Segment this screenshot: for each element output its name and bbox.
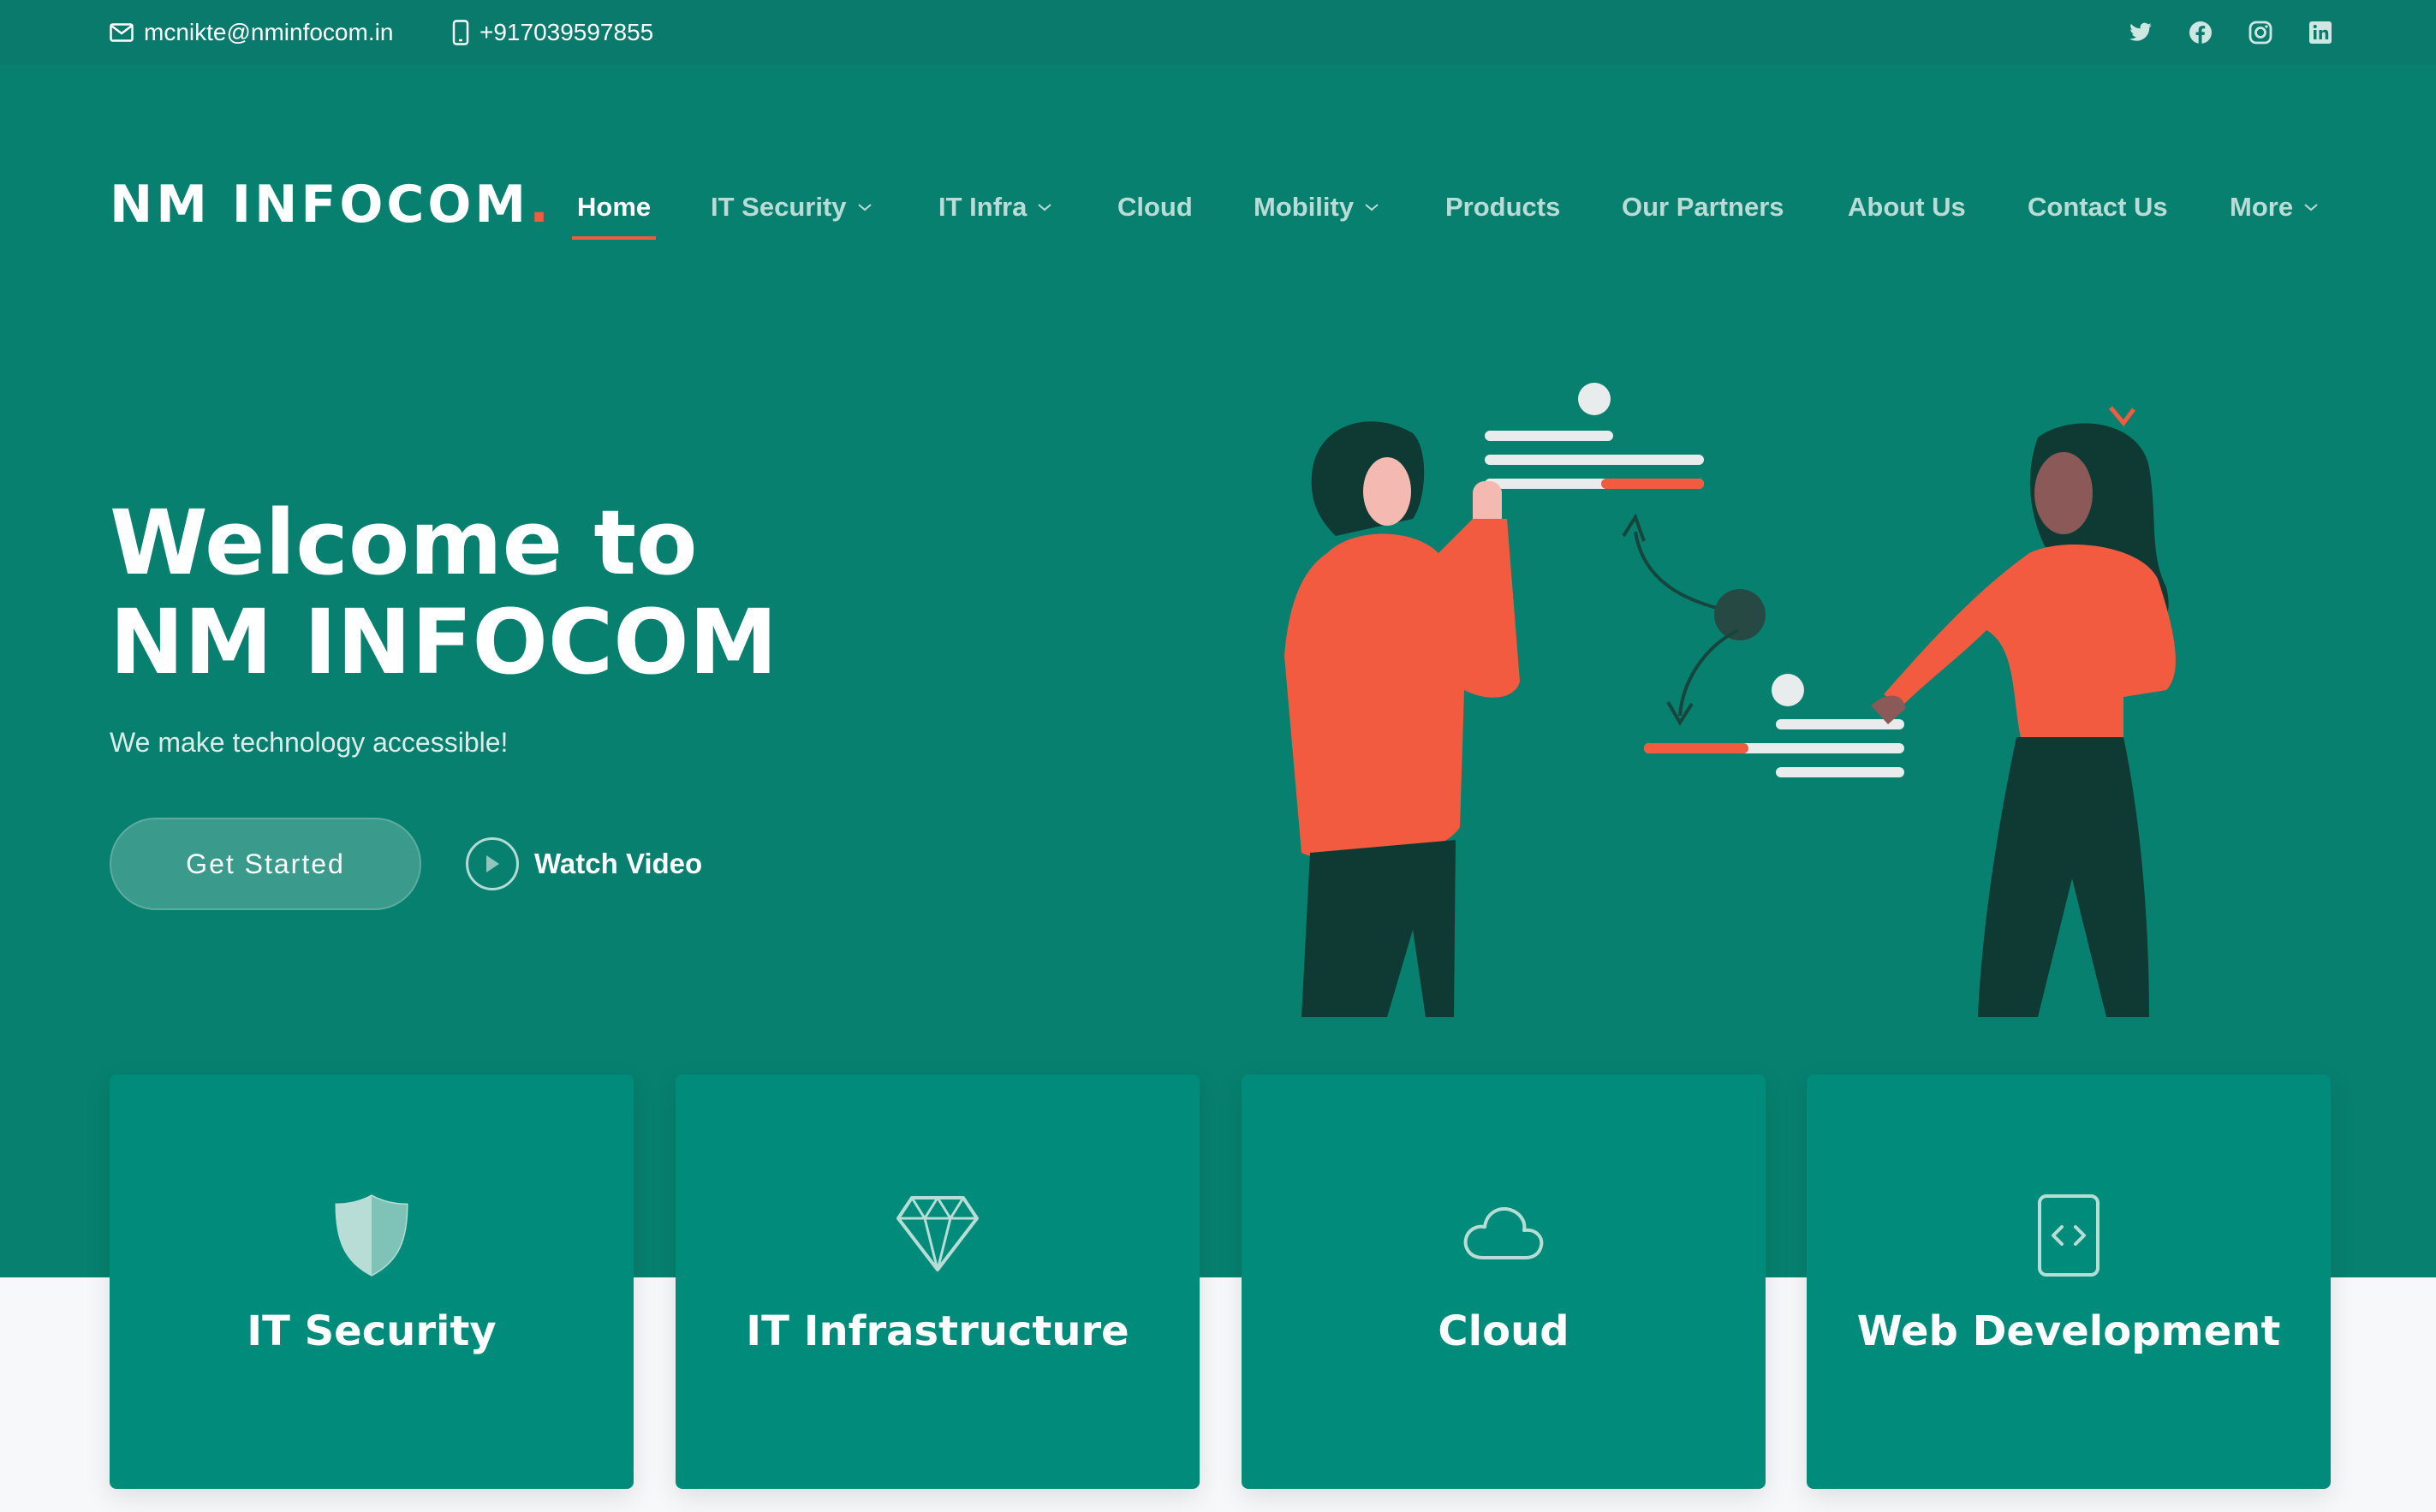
nav-contact-us-label: Contact Us (2028, 192, 2168, 222)
nav-home[interactable]: Home (571, 182, 657, 240)
nav-cloud[interactable]: Cloud (1117, 182, 1193, 233)
nav-more-label: More (2230, 192, 2294, 222)
card-title: Web Development (1856, 1307, 2281, 1355)
chevron-down-icon (2304, 204, 2318, 211)
nav-products-label: Products (1445, 192, 1561, 222)
service-card-it-security[interactable]: IT Security (110, 1074, 634, 1489)
nav-it-security[interactable]: IT Security (711, 182, 873, 233)
service-card-it-infrastructure[interactable]: IT Infrastructure (676, 1074, 1200, 1489)
chevron-down-icon (1365, 204, 1379, 211)
hero-subtitle: We make technology accessible! (110, 727, 509, 758)
email-text: mcnikte@nminfocom.in (144, 19, 394, 45)
nav-mobility-label: Mobility (1254, 192, 1355, 222)
chevron-down-icon (857, 204, 872, 211)
watch-video-label: Watch Video (534, 848, 703, 879)
cloud-icon (1463, 1207, 1544, 1259)
nav-it-infra-label: IT Infra (938, 192, 1027, 222)
chevron-down-icon (1038, 204, 1051, 211)
card-icon-wrap (676, 1193, 1200, 1275)
nav-about-us-label: About Us (1848, 192, 1966, 222)
nav-our-partners[interactable]: Our Partners (1622, 182, 1784, 233)
nav-home-label: Home (577, 192, 652, 222)
nav-cloud-label: Cloud (1117, 192, 1193, 222)
nav-products[interactable]: Products (1445, 182, 1560, 233)
nav-our-partners-label: Our Partners (1622, 192, 1784, 222)
code-file-icon (2038, 1194, 2099, 1277)
logo-text: NM INFOCOM (110, 175, 530, 235)
facebook-icon[interactable] (2188, 20, 2213, 45)
card-icon-wrap (110, 1193, 634, 1278)
nav-it-infra[interactable]: IT Infra (938, 182, 1052, 233)
phone-text: +917039597855 (479, 19, 654, 45)
card-title: IT Security (247, 1307, 497, 1355)
site-logo[interactable]: NM INFOCOM. (110, 175, 552, 235)
phone-contact[interactable]: +917039597855 (452, 0, 653, 65)
social-links (2128, 0, 2333, 65)
twitter-icon[interactable] (2128, 20, 2153, 45)
nav-about-us[interactable]: About Us (1848, 182, 1966, 233)
card-icon-wrap (1242, 1193, 1766, 1275)
hero-title: Welcome to NM INFOCOM (110, 491, 778, 694)
email-contact[interactable]: mcnikte@nminfocom.in (110, 0, 393, 65)
get-started-label: Get Started (186, 848, 345, 879)
instagram-icon[interactable] (2248, 20, 2273, 45)
nav-contact-us[interactable]: Contact Us (2028, 182, 2168, 233)
card-icon-wrap (1807, 1193, 2331, 1278)
nav-mobility[interactable]: Mobility (1254, 182, 1379, 233)
diamond-icon (896, 1196, 979, 1271)
nav-it-security-label: IT Security (711, 192, 847, 222)
logo-dot: . (529, 175, 552, 235)
card-title: IT Infrastructure (746, 1307, 1129, 1355)
watch-video-button[interactable]: Watch Video (466, 836, 702, 892)
service-card-cloud[interactable]: Cloud (1242, 1074, 1766, 1489)
service-card-web-development[interactable]: Web Development (1807, 1074, 2331, 1489)
linkedin-icon[interactable] (2308, 20, 2333, 45)
phone-icon (452, 20, 469, 45)
card-title: Cloud (1438, 1307, 1569, 1355)
envelope-icon (110, 23, 134, 42)
play-icon (466, 837, 519, 890)
get-started-button[interactable]: Get Started (110, 818, 421, 910)
nav-more[interactable]: More (2230, 182, 2319, 233)
top-bar: mcnikte@nminfocom.in +917039597855 (0, 0, 2436, 65)
hero-illustration (1284, 383, 2176, 1017)
shield-icon (335, 1194, 408, 1277)
